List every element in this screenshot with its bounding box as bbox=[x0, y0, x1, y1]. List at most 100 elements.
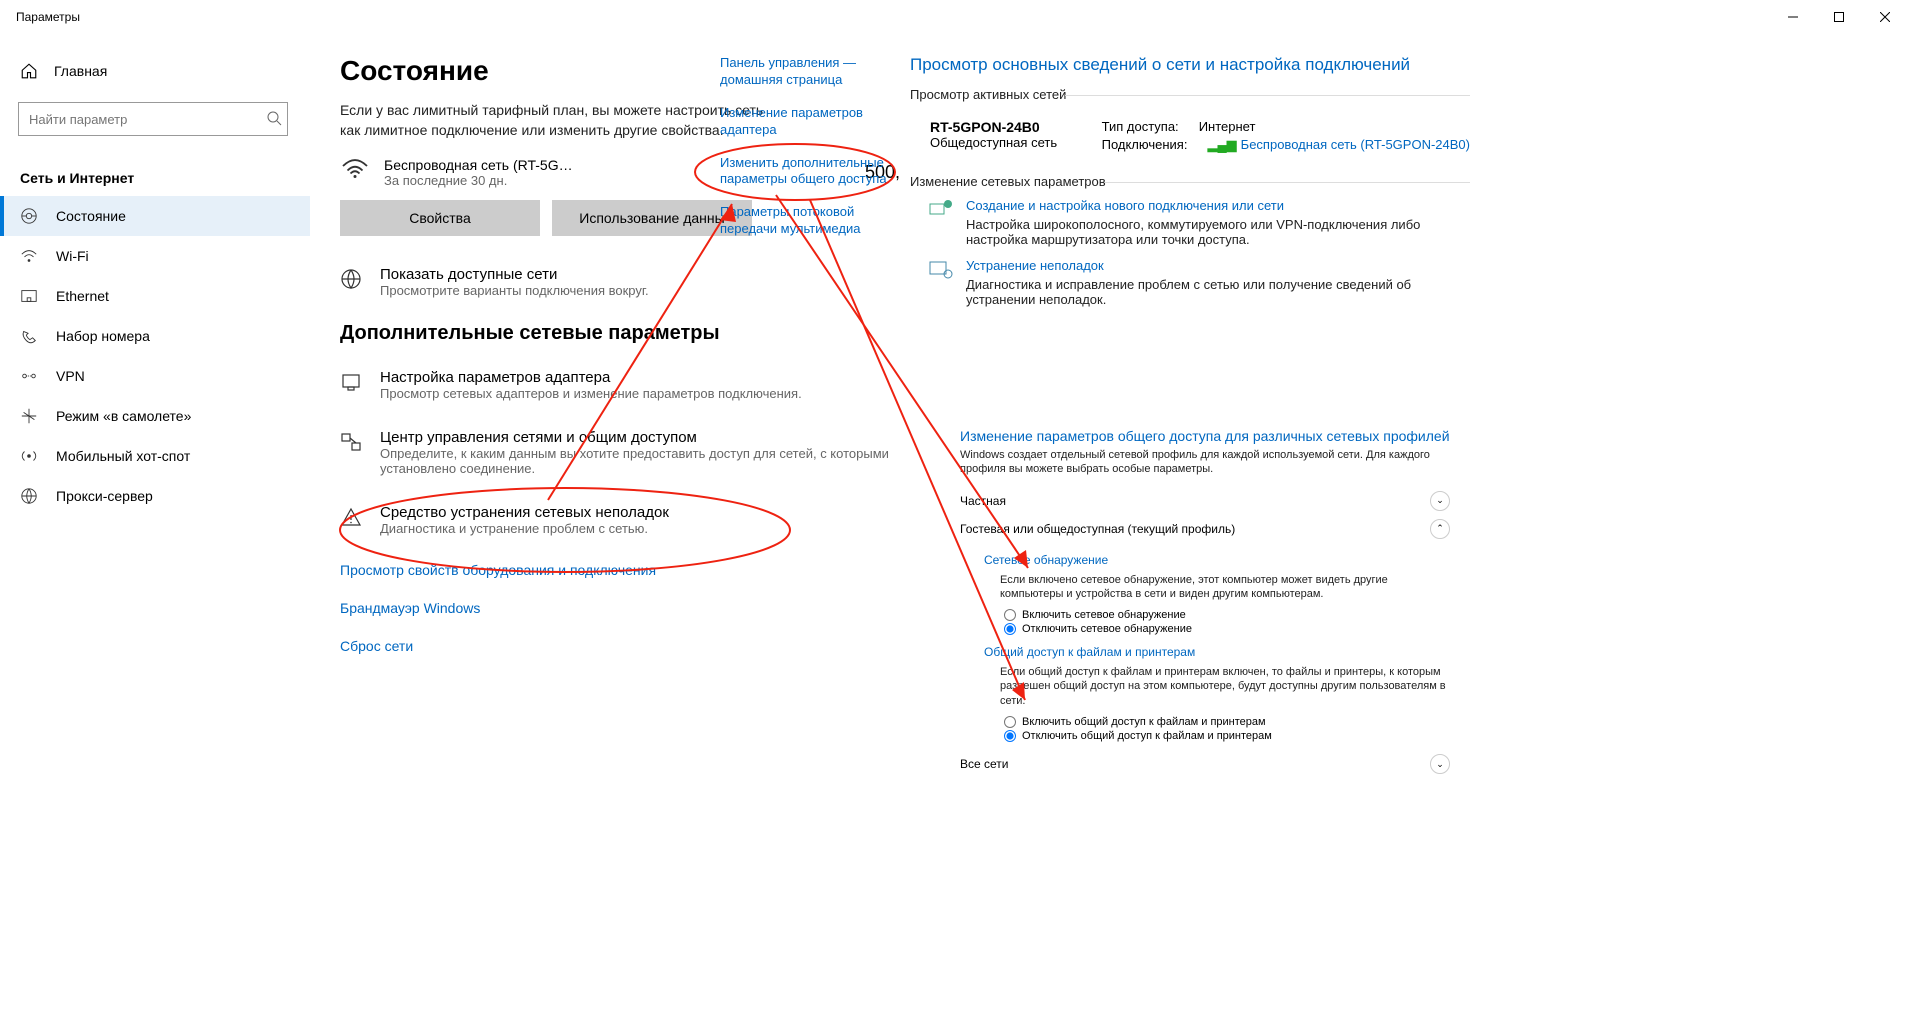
section-discovery: Сетевое обнаружение bbox=[984, 553, 1450, 567]
sidebar-item-vpn[interactable]: VPN bbox=[0, 356, 310, 396]
cpl-home-link[interactable]: Панель управления — домашняя страница bbox=[720, 55, 900, 89]
status-icon bbox=[20, 207, 38, 225]
section-fileshare: Общий доступ к файлам и принтерам bbox=[984, 645, 1450, 659]
troubleshoot-icon bbox=[928, 257, 954, 281]
sidebar-item-airplane[interactable]: Режим «в самолете» bbox=[0, 396, 310, 436]
search-input[interactable] bbox=[18, 102, 288, 136]
sidebar-item-label: Состояние bbox=[56, 208, 126, 224]
adv-heading: Изменение параметров общего доступа для … bbox=[960, 428, 1450, 444]
search-icon bbox=[266, 110, 282, 131]
item-desc: Диагностика и устранение проблем с сетью… bbox=[380, 521, 900, 536]
item-desc: Просмотрите варианты подключения вокруг. bbox=[380, 283, 900, 298]
expander-label: Все сети bbox=[960, 757, 1009, 771]
access-type-label: Тип доступа: bbox=[1102, 119, 1179, 134]
window-title: Параметры bbox=[16, 10, 80, 24]
adv-description: Windows создает отдельный сетевой профил… bbox=[960, 448, 1450, 477]
item-title: Средство устранения сетевых неполадок bbox=[380, 504, 900, 521]
active-network-type: Общедоступная сеть bbox=[930, 135, 1057, 150]
vpn-icon bbox=[20, 367, 38, 385]
network-sharing-center: Просмотр основных сведений о сети и наст… bbox=[910, 55, 1470, 317]
radio-input[interactable] bbox=[1004, 609, 1016, 621]
globe-icon bbox=[340, 266, 362, 298]
sidebar: Главная Сеть и Интернет Состояние Wi-Fi … bbox=[0, 34, 310, 1026]
radio-input[interactable] bbox=[1004, 623, 1016, 635]
titlebar: Параметры bbox=[0, 0, 1920, 34]
cpl-media-link[interactable]: Параметры потоковой передачи мультимедиа bbox=[720, 204, 900, 238]
network-sharing-item[interactable]: Центр управления сетями и общим доступом… bbox=[340, 425, 900, 480]
connection-link[interactable]: ▂▄▆Беспроводная сеть (RT-5GPON-24B0) bbox=[1207, 137, 1470, 153]
sidebar-item-label: Режим «в самолете» bbox=[56, 408, 191, 424]
radio-fileshare-on[interactable]: Включить общий доступ к файлам и принтер… bbox=[1004, 716, 1450, 728]
chevron-down-icon: ⌄ bbox=[1430, 491, 1450, 511]
wifi-icon bbox=[20, 247, 38, 265]
active-networks-label: Просмотр активных сетей bbox=[910, 87, 1470, 102]
properties-button[interactable]: Свойства bbox=[340, 200, 540, 236]
airplane-icon bbox=[20, 407, 38, 425]
warning-icon bbox=[340, 504, 362, 536]
new-connection-icon bbox=[928, 197, 954, 221]
item-title[interactable]: Устранение неполадок bbox=[966, 258, 1104, 273]
link-hw-props[interactable]: Просмотр свойств оборудования и подключе… bbox=[340, 562, 900, 578]
minimize-button[interactable] bbox=[1770, 0, 1816, 34]
expander-label: Частная bbox=[960, 494, 1006, 508]
adapter-icon bbox=[340, 369, 362, 401]
radio-input[interactable] bbox=[1004, 730, 1016, 742]
dialup-icon bbox=[20, 327, 38, 345]
sidebar-item-label: Набор номера bbox=[56, 328, 150, 344]
metered-description: Если у вас лимитный тарифный план, вы мо… bbox=[340, 101, 770, 140]
cpl-sharing-link[interactable]: Изменить дополнительные параметры общего… bbox=[720, 155, 900, 189]
sidebar-item-label: VPN bbox=[56, 368, 85, 384]
chevron-up-icon: ⌃ bbox=[1430, 519, 1450, 539]
radio-fileshare-off[interactable]: Отключить общий доступ к файлам и принте… bbox=[1004, 730, 1450, 742]
sidebar-item-proxy[interactable]: Прокси-сервер bbox=[0, 476, 310, 516]
sidebar-item-label: Прокси-сервер bbox=[56, 488, 153, 504]
connection-label: Подключения: bbox=[1102, 137, 1188, 153]
wifi-bars-icon: ▂▄▆ bbox=[1207, 137, 1236, 153]
sharing-icon bbox=[340, 429, 362, 476]
sidebar-item-hotspot[interactable]: Мобильный хот-спот bbox=[0, 436, 310, 476]
cpl-adapter-link[interactable]: Изменение параметров адаптера bbox=[720, 105, 900, 139]
radio-discovery-off[interactable]: Отключить сетевое обнаружение bbox=[1004, 623, 1450, 635]
item-desc: Просмотр сетевых адаптеров и изменение п… bbox=[380, 386, 900, 401]
troubleshoot-item[interactable]: Устранение неполадок Диагностика и испра… bbox=[928, 257, 1470, 307]
item-title: Показать доступные сети bbox=[380, 266, 900, 283]
section-fileshare-desc: Если общий доступ к файлам и принтерам в… bbox=[1000, 665, 1450, 708]
home-button[interactable]: Главная bbox=[0, 54, 310, 88]
item-desc: Настройка широкополосного, коммутируемог… bbox=[966, 217, 1470, 247]
network-period: За последние 30 дн. bbox=[384, 173, 573, 188]
item-title[interactable]: Создание и настройка нового подключения … bbox=[966, 198, 1284, 213]
sidebar-item-status[interactable]: Состояние bbox=[0, 196, 310, 236]
expander-private[interactable]: Частная ⌄ bbox=[960, 487, 1450, 515]
nsc-heading: Просмотр основных сведений о сети и наст… bbox=[910, 55, 1470, 75]
link-reset[interactable]: Сброс сети bbox=[340, 638, 900, 654]
ethernet-icon bbox=[20, 287, 38, 305]
item-title: Настройка параметров адаптера bbox=[380, 369, 900, 386]
sidebar-category: Сеть и Интернет bbox=[0, 150, 310, 196]
expander-guest[interactable]: Гостевая или общедоступная (текущий проф… bbox=[960, 515, 1450, 543]
adapter-settings-item[interactable]: Настройка параметров адаптера Просмотр с… bbox=[340, 365, 900, 405]
hotspot-icon bbox=[20, 447, 38, 465]
expander-label: Гостевая или общедоступная (текущий проф… bbox=[960, 522, 1235, 536]
radio-discovery-on[interactable]: Включить сетевое обнаружение bbox=[1004, 609, 1450, 621]
sidebar-item-dialup[interactable]: Набор номера bbox=[0, 316, 310, 356]
link-firewall[interactable]: Брандмауэр Windows bbox=[340, 600, 900, 616]
new-connection-item[interactable]: Создание и настройка нового подключения … bbox=[928, 197, 1470, 247]
item-title: Центр управления сетями и общим доступом bbox=[380, 429, 900, 446]
active-network-name: RT-5GPON-24B0 bbox=[930, 119, 1057, 135]
chevron-down-icon: ⌄ bbox=[1430, 754, 1450, 774]
window-controls bbox=[1770, 0, 1908, 34]
advanced-heading: Дополнительные сетевые параметры bbox=[340, 322, 900, 345]
sidebar-item-ethernet[interactable]: Ethernet bbox=[0, 276, 310, 316]
item-desc: Диагностика и исправление проблем с сеть… bbox=[966, 277, 1470, 307]
network-name: Беспроводная сеть (RT-5G… bbox=[384, 157, 573, 173]
maximize-button[interactable] bbox=[1816, 0, 1862, 34]
troubleshoot-item[interactable]: Средство устранения сетевых неполадок Ди… bbox=[340, 500, 900, 540]
access-type-value: Интернет bbox=[1199, 119, 1256, 134]
close-button[interactable] bbox=[1862, 0, 1908, 34]
sidebar-item-wifi[interactable]: Wi-Fi bbox=[0, 236, 310, 276]
item-desc: Определите, к каким данным вы хотите пре… bbox=[380, 446, 900, 476]
radio-input[interactable] bbox=[1004, 716, 1016, 728]
home-icon bbox=[20, 62, 38, 80]
show-networks-item[interactable]: Показать доступные сети Просмотрите вари… bbox=[340, 262, 900, 302]
expander-allnets[interactable]: Все сети ⌄ bbox=[960, 750, 1450, 778]
